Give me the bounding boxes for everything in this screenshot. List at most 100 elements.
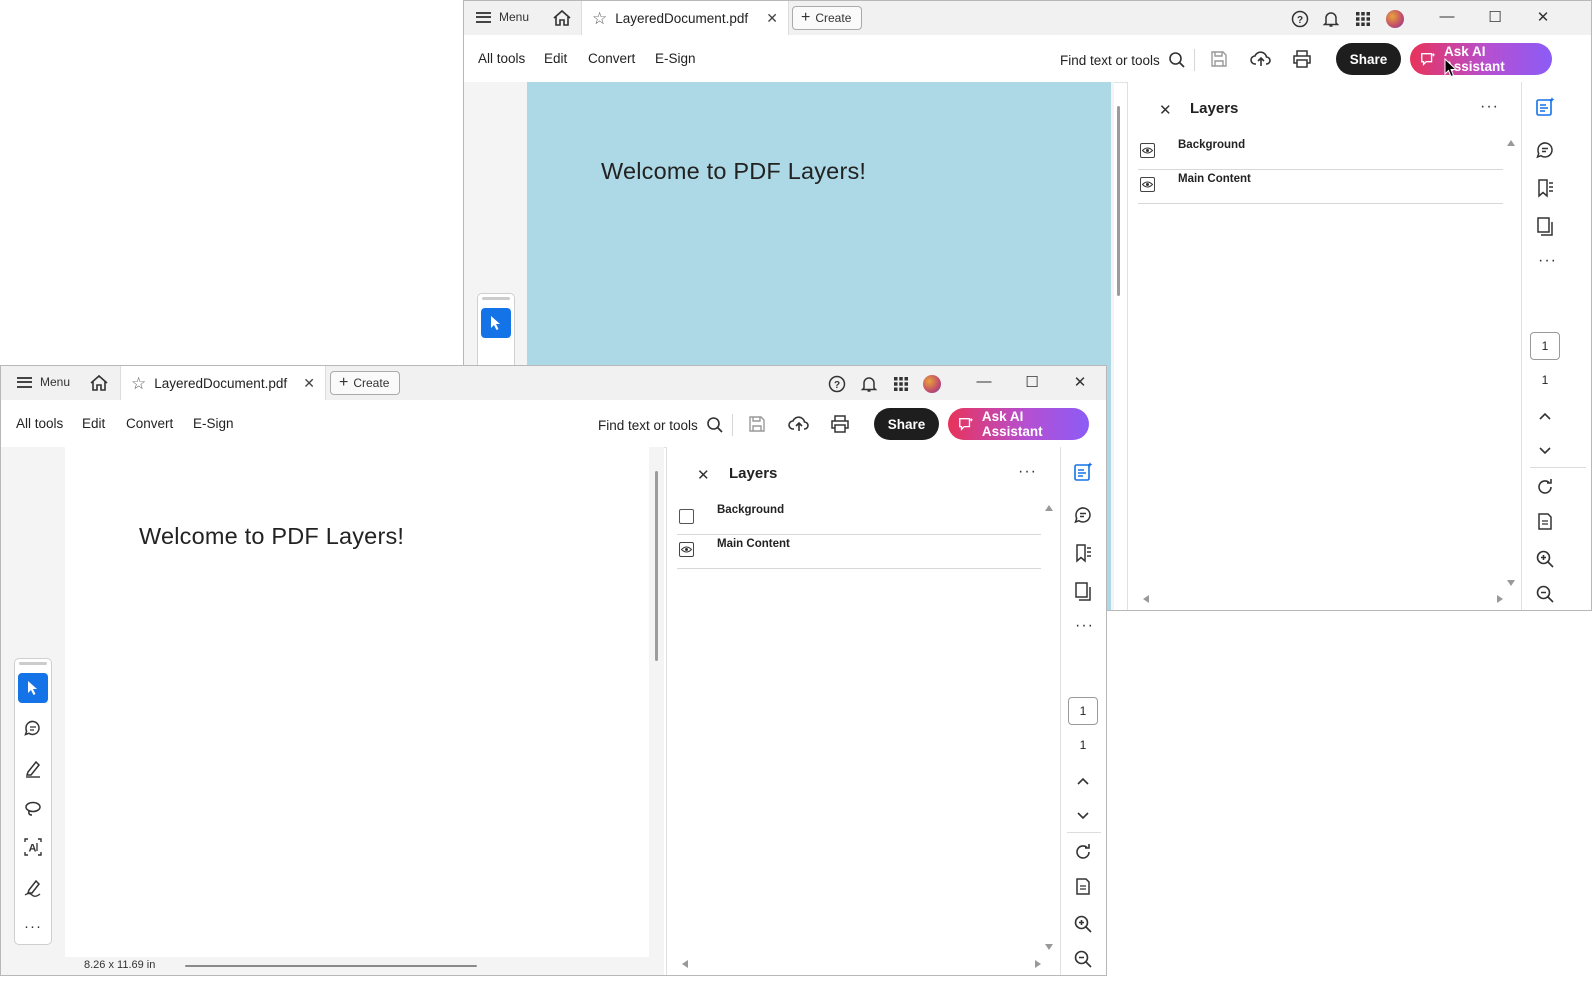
star-icon[interactable]: ☆ — [131, 374, 146, 394]
help-icon[interactable]: ? — [1290, 9, 1310, 29]
avatar[interactable] — [923, 375, 941, 393]
more-tools-icon[interactable]: ··· — [1538, 252, 1557, 270]
all-tools-button[interactable]: All tools — [16, 416, 63, 431]
rotate-icon[interactable] — [1534, 476, 1556, 498]
apps-grid-icon[interactable] — [891, 374, 911, 394]
horizontal-scrollbar[interactable] — [1138, 592, 1503, 606]
document-assistant-icon[interactable] — [1072, 461, 1094, 483]
cloud-upload-icon[interactable] — [1250, 48, 1272, 70]
zoom-in-icon[interactable] — [1534, 548, 1556, 570]
bell-icon[interactable] — [1321, 9, 1341, 29]
document-assistant-icon[interactable] — [1534, 96, 1556, 118]
home-icon[interactable] — [87, 373, 111, 393]
menu-button[interactable]: Menu — [17, 375, 70, 389]
minimize-icon[interactable]: — — [1438, 8, 1456, 25]
avatar[interactable] — [1386, 10, 1404, 28]
convert-button[interactable]: Convert — [126, 416, 173, 431]
help-icon[interactable]: ? — [827, 374, 847, 394]
visibility-checkbox[interactable] — [679, 509, 694, 524]
scroll-right-arrow-icon[interactable] — [1035, 960, 1041, 968]
zoom-out-icon[interactable] — [1534, 583, 1556, 605]
convert-button[interactable]: Convert — [588, 51, 635, 66]
eye-icon[interactable] — [679, 542, 694, 557]
chevron-down-icon[interactable] — [1534, 439, 1556, 461]
minimize-icon[interactable]: — — [975, 373, 993, 390]
print-icon[interactable] — [1291, 48, 1313, 70]
vertical-scrollbar[interactable] — [1117, 106, 1120, 296]
menu-button[interactable]: Menu — [476, 10, 529, 24]
save-icon[interactable] — [1208, 48, 1230, 70]
add-comment-button[interactable] — [18, 713, 48, 743]
share-button[interactable]: Share — [874, 408, 939, 440]
select-tool-button[interactable] — [481, 308, 511, 338]
bell-icon[interactable] — [859, 374, 879, 394]
all-tools-button[interactable]: All tools — [478, 51, 525, 66]
close-panel-icon[interactable]: ✕ — [697, 466, 710, 484]
find-tools-search[interactable]: Find text or tools — [1060, 51, 1186, 69]
horizontal-scrollbar[interactable] — [677, 957, 1041, 971]
fit-page-icon[interactable] — [1534, 511, 1556, 533]
close-window-icon[interactable]: ✕ — [1534, 8, 1552, 26]
close-tab-icon[interactable]: ✕ — [303, 375, 315, 392]
layer-row[interactable]: Main Content — [1138, 170, 1503, 204]
star-icon[interactable]: ☆ — [592, 9, 607, 29]
scroll-right-arrow-icon[interactable] — [1497, 595, 1503, 603]
create-button[interactable]: + Create — [792, 6, 863, 30]
chevron-down-icon[interactable] — [1072, 804, 1094, 826]
save-icon[interactable] — [746, 413, 768, 435]
maximize-icon[interactable]: ☐ — [1023, 373, 1041, 391]
zoom-out-icon[interactable] — [1072, 948, 1094, 970]
more-options-icon[interactable]: ··· — [1480, 98, 1499, 116]
comment-icon[interactable] — [1534, 139, 1556, 161]
print-icon[interactable] — [829, 413, 851, 435]
share-button[interactable]: Share — [1336, 43, 1401, 75]
layer-row[interactable]: Background — [677, 501, 1041, 535]
more-options-icon[interactable]: ··· — [1018, 463, 1037, 481]
scroll-up-arrow-icon[interactable] — [1507, 140, 1515, 146]
edit-button[interactable]: Edit — [82, 416, 105, 431]
more-tools-icon[interactable]: ··· — [1075, 617, 1094, 635]
sign-tool-button[interactable] — [18, 872, 48, 902]
scroll-up-arrow-icon[interactable] — [1045, 505, 1053, 511]
ask-ai-assistant-button[interactable]: Ask AI Assistant — [1410, 43, 1552, 75]
eye-icon[interactable] — [1140, 177, 1155, 192]
chevron-up-icon[interactable] — [1534, 406, 1556, 428]
document-tab[interactable]: ☆ LayeredDocument.pdf ✕ — [581, 1, 789, 36]
close-tab-icon[interactable]: ✕ — [766, 10, 778, 27]
pages-icon[interactable] — [1072, 580, 1094, 602]
bookmark-icon[interactable] — [1534, 177, 1556, 199]
home-icon[interactable] — [550, 8, 574, 28]
rotate-icon[interactable] — [1072, 841, 1094, 863]
rail-grip[interactable] — [19, 662, 47, 665]
cloud-upload-icon[interactable] — [788, 413, 810, 435]
scroll-down-arrow-icon[interactable] — [1045, 944, 1053, 950]
pages-icon[interactable] — [1534, 215, 1556, 237]
scroll-left-arrow-icon[interactable] — [682, 960, 688, 968]
close-window-icon[interactable]: ✕ — [1071, 373, 1089, 391]
rail-grip[interactable] — [482, 297, 510, 300]
find-tools-search[interactable]: Find text or tools — [598, 416, 724, 434]
select-tool-button[interactable] — [18, 673, 48, 703]
vertical-scrollbar[interactable] — [655, 471, 658, 661]
bookmark-icon[interactable] — [1072, 542, 1094, 564]
horizontal-scrollbar[interactable] — [185, 965, 477, 967]
comment-icon[interactable] — [1072, 504, 1094, 526]
scroll-left-arrow-icon[interactable] — [1143, 595, 1149, 603]
highlight-tool-button[interactable] — [18, 753, 48, 783]
layer-row[interactable]: Main Content — [677, 535, 1041, 569]
edit-button[interactable]: Edit — [544, 51, 567, 66]
ask-ai-assistant-button[interactable]: Ask AI Assistant — [948, 408, 1089, 440]
e-sign-button[interactable]: E-Sign — [655, 51, 696, 66]
current-page-input[interactable]: 1 — [1530, 332, 1560, 360]
e-sign-button[interactable]: E-Sign — [193, 416, 234, 431]
text-tool-button[interactable]: A — [18, 832, 48, 862]
eye-icon[interactable] — [1140, 143, 1155, 158]
more-tools-button[interactable]: ··· — [18, 911, 48, 941]
fit-page-icon[interactable] — [1072, 876, 1094, 898]
document-tab[interactable]: ☆ LayeredDocument.pdf ✕ — [120, 366, 326, 401]
maximize-icon[interactable]: ☐ — [1486, 8, 1504, 26]
scroll-down-arrow-icon[interactable] — [1507, 580, 1515, 586]
chevron-up-icon[interactable] — [1072, 771, 1094, 793]
close-panel-icon[interactable]: ✕ — [1159, 101, 1172, 119]
apps-grid-icon[interactable] — [1353, 9, 1373, 29]
